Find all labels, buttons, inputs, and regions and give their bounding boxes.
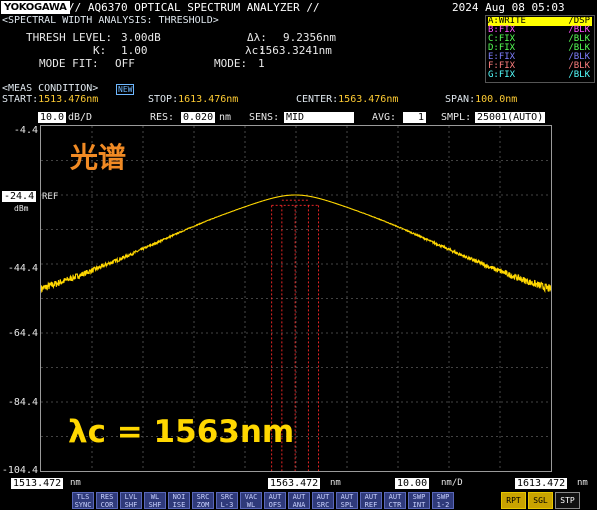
sens-value[interactable]: MID <box>284 112 354 123</box>
parameter-bar: 10.0 dB/D RES: 0.020 nm SENS: MID AVG: 1… <box>0 110 597 124</box>
res-label: RES: <box>150 112 175 123</box>
k-label: K: <box>93 44 107 57</box>
softkey-rpt[interactable]: RPT <box>501 492 526 509</box>
y-tick-label: -64.4 <box>7 328 38 339</box>
softkey-swp-1-2[interactable]: SWP 1-2 <box>432 492 454 509</box>
softkey-aut-ofs[interactable]: AUT OFS <box>264 492 286 509</box>
y-tick-label: -104.4 <box>1 465 38 476</box>
lambda-c-value: 1563.3241nm <box>259 44 332 57</box>
thresh-value: 3.00dB <box>121 31 161 44</box>
new-badge: NEW <box>116 84 135 95</box>
smpl-value[interactable]: 25001(AUTO) <box>475 112 546 123</box>
scale-value[interactable]: 10.0 <box>38 112 67 123</box>
start-value: 1513.476nm <box>38 94 99 105</box>
y-tick-label: -4.4 <box>13 125 38 136</box>
title-bar: YOKOGAWA // AQ6370 OPTICAL SPECTRUM ANAL… <box>0 0 597 15</box>
x-center-value[interactable]: 1563.472 <box>268 478 321 489</box>
softkey-bar: TLS SYNC RES COR LVL SHF WL SHF NOI ISE SRC Z… <box>0 491 597 510</box>
res-value[interactable]: 0.020 <box>181 112 216 123</box>
delta-lambda-label: Δλ: <box>247 31 267 44</box>
softkey-sgl[interactable]: SGL <box>528 492 553 509</box>
delta-lambda-value: 9.2356nm <box>283 31 336 44</box>
y-unit: dBm <box>14 204 29 213</box>
ref-level-value[interactable]: -24.4 <box>2 191 37 202</box>
analysis-title: <SPECTRAL WIDTH ANALYSIS: THRESHOLD> <box>2 15 219 26</box>
softkey-aut-spl[interactable]: AUT SPL <box>336 492 358 509</box>
thresh-label: THRESH LEVEL: <box>26 31 113 44</box>
scale-unit: dB/D <box>68 112 93 123</box>
stop-field: STOP:1613.476nm <box>148 94 238 106</box>
x-center-unit: nm <box>330 478 341 488</box>
avg-label: AVG: <box>372 112 397 123</box>
brand-logo: YOKOGAWA <box>1 1 70 14</box>
y-tick-label: -84.4 <box>7 397 38 408</box>
span-value: 100.0nm <box>475 94 518 105</box>
softkey-src-l-3[interactable]: SRC L-3 <box>216 492 238 509</box>
instrument-model: // AQ6370 OPTICAL SPECTRUM ANALYZER // <box>68 1 320 14</box>
softkey-src-zom[interactable]: SRC ZOM <box>192 492 214 509</box>
softkey-noi-ise[interactable]: NOI ISE <box>168 492 190 509</box>
avg-value[interactable]: 1 <box>403 112 426 123</box>
datetime: 2024 Aug 08 05:03 <box>452 1 565 14</box>
center-value: 1563.476nm <box>338 94 399 105</box>
k-value: 1.00 <box>121 44 148 57</box>
x-start-value[interactable]: 1513.472 <box>11 478 64 489</box>
trace-legend[interactable]: A:WRITE/DSP B:FIX/BLK C:FIX/BLK D:FIX/BLK E:… <box>485 15 595 83</box>
softkey-aut-ref[interactable]: AUT REF <box>360 492 382 509</box>
stop-label: STOP: <box>148 94 179 105</box>
softkey-stp[interactable]: STP <box>555 492 580 509</box>
start-label: START: <box>2 94 39 105</box>
softkey-aut-ctr[interactable]: AUT CTR <box>384 492 406 509</box>
y-tick-label: -44.4 <box>7 263 38 274</box>
center-field: CENTER:1563.476nm <box>296 94 398 106</box>
start-field: START:1513.476nm <box>2 94 98 106</box>
center-label: CENTER: <box>296 94 339 105</box>
meas-condition: <MEAS CONDITION> NEW START:1513.476nm ST… <box>0 83 597 107</box>
trace-state: /BLK <box>568 70 590 80</box>
softkey-tls-sync[interactable]: TLS SYNC <box>72 492 94 509</box>
x-stop-unit: nm <box>577 478 588 488</box>
x-step-value[interactable]: 10.00 <box>395 478 430 489</box>
smpl-label: SMPL: <box>441 112 472 123</box>
mode-fit-label: MODE FIT: <box>39 57 99 70</box>
sens-label: SENS: <box>249 112 280 123</box>
softkey-aut-ana[interactable]: AUT ANA <box>288 492 310 509</box>
x-step-unit: nm/D <box>441 478 463 488</box>
mode-label: MODE: <box>214 57 248 70</box>
annotation-lambda-c: λc = 1563nm <box>68 414 295 450</box>
trace-row[interactable]: G:FIX/BLK <box>488 71 592 80</box>
softkey-wl-shf[interactable]: WL SHF <box>144 492 166 509</box>
span-label: SPAN: <box>445 94 476 105</box>
annotation-title: 光谱 <box>70 141 127 174</box>
mode-fit-value: OFF <box>115 57 135 70</box>
softkey-lvl-shf[interactable]: LVL SHF <box>120 492 142 509</box>
softkey-aut-src[interactable]: AUT SRC <box>312 492 334 509</box>
trace-name: G:FIX <box>488 70 516 80</box>
softkey-res-cor[interactable]: RES COR <box>96 492 118 509</box>
stop-value: 1613.476nm <box>178 94 239 105</box>
analysis-panel: <SPECTRAL WIDTH ANALYSIS: THRESHOLD> THR… <box>0 15 484 81</box>
softkey-swp-int[interactable]: SWP INT <box>408 492 430 509</box>
x-stop-value[interactable]: 1613.472 <box>515 478 568 489</box>
softkey-vac-wl[interactable]: VAC WL <box>240 492 262 509</box>
spectrum-trace-a <box>40 194 552 293</box>
mode-value: 1 <box>258 57 265 70</box>
ref-tag: REF <box>42 192 59 202</box>
res-unit: nm <box>219 112 232 123</box>
x-start-unit: nm <box>70 478 81 488</box>
span-field: SPAN:100.0nm <box>445 94 517 106</box>
meas-title: <MEAS CONDITION> <box>2 83 99 94</box>
